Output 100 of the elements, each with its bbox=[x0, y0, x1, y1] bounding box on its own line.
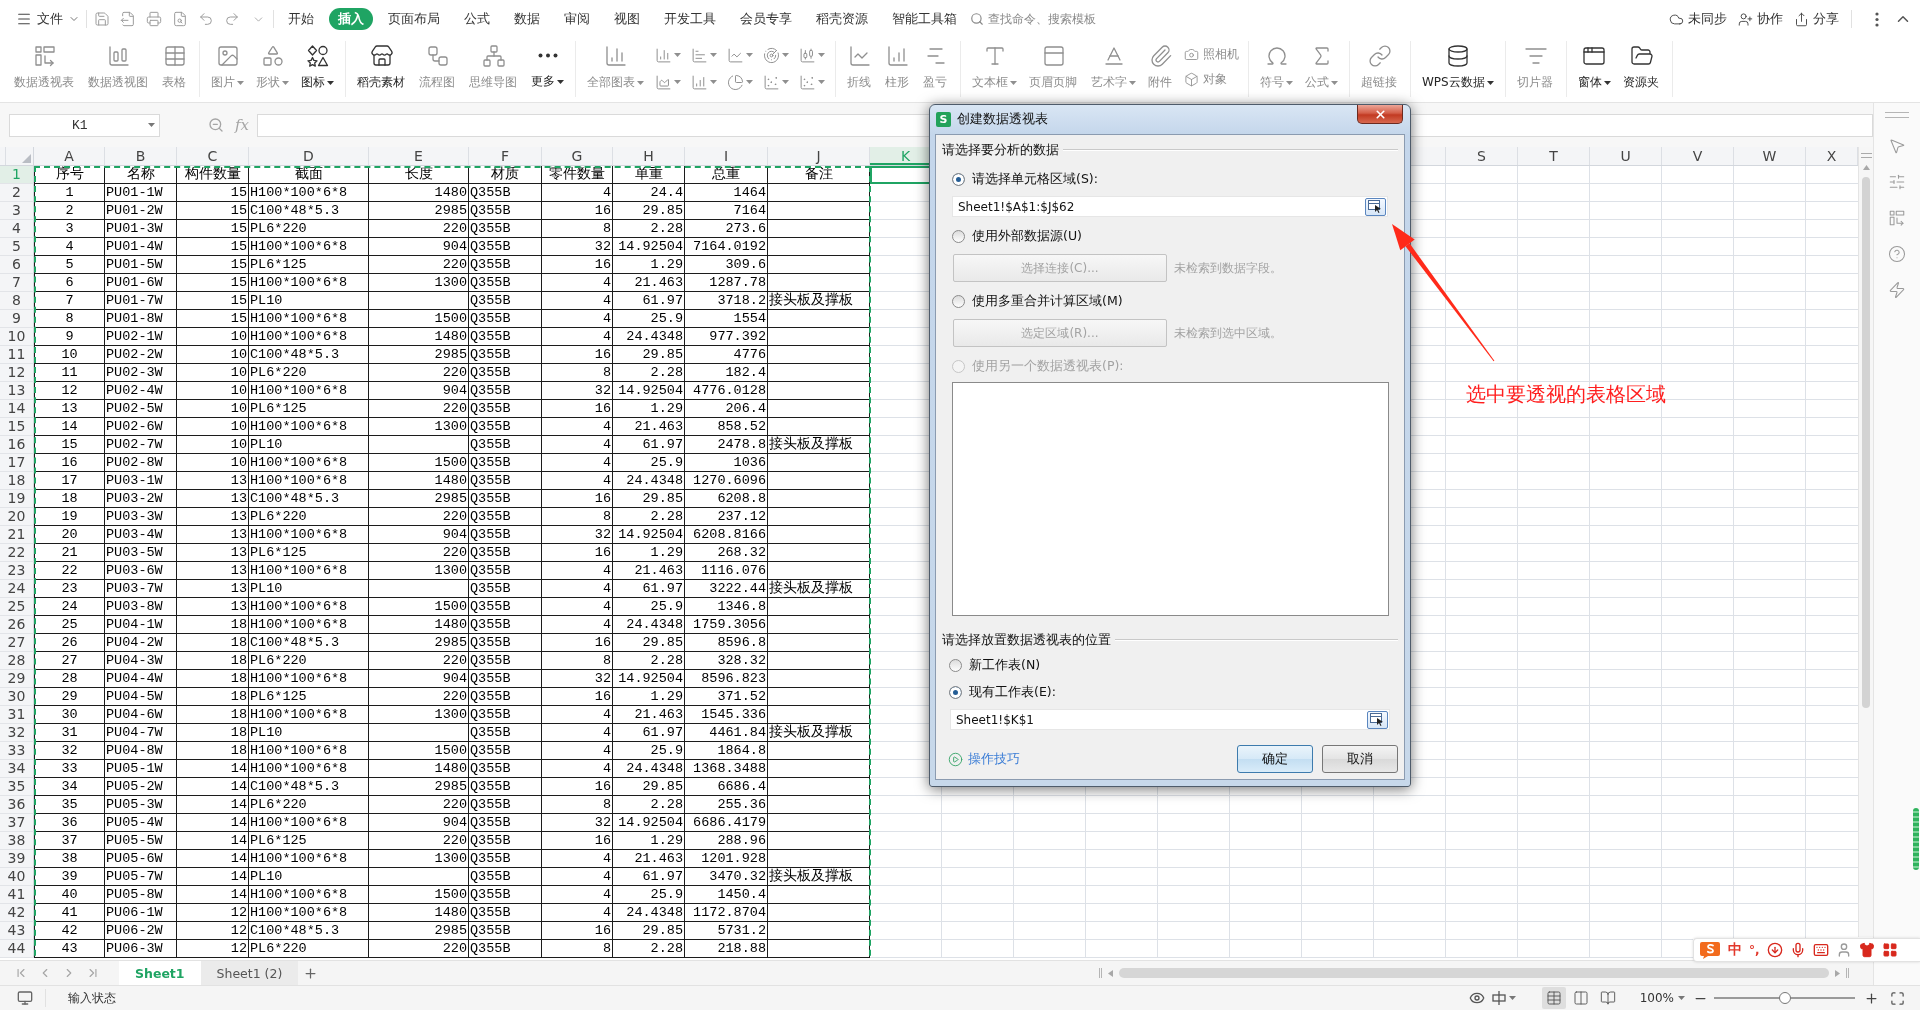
table-cell: 1.29 bbox=[613, 544, 685, 562]
table-cell: 10 bbox=[177, 328, 249, 346]
table-cell: PU01-4W bbox=[105, 238, 177, 256]
table-cell: Q355B bbox=[469, 940, 542, 958]
table-cell: 1172.8704 bbox=[685, 904, 768, 922]
table-cell: 220 bbox=[369, 652, 469, 670]
table-cell: Q355B bbox=[469, 238, 542, 256]
table-cell: PL10 bbox=[249, 436, 369, 454]
table-cell: PU01-2W bbox=[105, 202, 177, 220]
table-cell: 14 bbox=[177, 778, 249, 796]
table-cell: 14 bbox=[177, 760, 249, 778]
table-cell: 3470.32 bbox=[685, 868, 768, 886]
table-cell: 1500 bbox=[369, 598, 469, 616]
table-cell: 4 bbox=[542, 616, 613, 634]
table-cell: 15 bbox=[177, 220, 249, 238]
table-cell: H100*100*6*8 bbox=[249, 310, 369, 328]
table-cell: 1.29 bbox=[613, 400, 685, 418]
table-cell: PL6*220 bbox=[249, 364, 369, 382]
table-cell: 8 bbox=[542, 796, 613, 814]
table-cell: PL6*125 bbox=[249, 256, 369, 274]
table-cell: 14.92504 bbox=[613, 238, 685, 256]
table-cell: 268.32 bbox=[685, 544, 768, 562]
table-cell: 1480 bbox=[369, 760, 469, 778]
table-cell: 19 bbox=[34, 508, 105, 526]
table-cell: 1500 bbox=[369, 742, 469, 760]
table-cell: 3 bbox=[34, 220, 105, 238]
table-cell: Q355B bbox=[469, 796, 542, 814]
table-cell: 35 bbox=[34, 796, 105, 814]
table-cell: Q355B bbox=[469, 598, 542, 616]
table-cell: 25.9 bbox=[613, 310, 685, 328]
app-logo: S bbox=[936, 112, 951, 127]
table-cell: 1300 bbox=[369, 706, 469, 724]
table-cell: 1480 bbox=[369, 184, 469, 202]
table-cell: 6686.4179 bbox=[685, 814, 768, 832]
table-cell: 61.97 bbox=[613, 724, 685, 742]
table-cell: 29.85 bbox=[613, 922, 685, 940]
table-cell: 4 bbox=[542, 292, 613, 310]
table-cell: 1500 bbox=[369, 310, 469, 328]
table-cell: PU01-3W bbox=[105, 220, 177, 238]
table-cell: PL6*220 bbox=[249, 508, 369, 526]
table-cell: 4 bbox=[542, 886, 613, 904]
group-label: 请选择要分析的数据 bbox=[942, 141, 1059, 159]
table-cell: Q355B bbox=[469, 418, 542, 436]
table-cell: 4 bbox=[542, 184, 613, 202]
table-cell: 4 bbox=[542, 310, 613, 328]
table-cell: H100*100*6*8 bbox=[249, 184, 369, 202]
table-cell: 37 bbox=[34, 832, 105, 850]
table-cell: 27 bbox=[34, 652, 105, 670]
table-cell: 182.4 bbox=[685, 364, 768, 382]
table-cell: 4 bbox=[542, 868, 613, 886]
table-cell: 29 bbox=[34, 688, 105, 706]
table-cell: 220 bbox=[369, 940, 469, 958]
table-cell: 14.92504 bbox=[613, 382, 685, 400]
table-cell: 14 bbox=[177, 832, 249, 850]
table-cell: 4461.84 bbox=[685, 724, 768, 742]
group-label: 请选择放置数据透视表的位置 bbox=[942, 631, 1111, 649]
table-cell: 1300 bbox=[369, 850, 469, 868]
table-cell: 220 bbox=[369, 256, 469, 274]
table-cell: 15 bbox=[177, 202, 249, 220]
table-cell: 15 bbox=[177, 256, 249, 274]
table-cell: 32 bbox=[542, 238, 613, 256]
table-cell: PU01-1W bbox=[105, 184, 177, 202]
table-cell: 309.6 bbox=[685, 256, 768, 274]
table-cell: 18 bbox=[177, 688, 249, 706]
table-cell: 16 bbox=[542, 688, 613, 706]
table-cell: 328.32 bbox=[685, 652, 768, 670]
table-cell: 977.392 bbox=[685, 328, 768, 346]
table-cell: 61.97 bbox=[613, 292, 685, 310]
table-cell: 1480 bbox=[369, 472, 469, 490]
table-cell: H100*100*6*8 bbox=[249, 814, 369, 832]
table-cell: 2.28 bbox=[613, 364, 685, 382]
table-cell: 32 bbox=[542, 382, 613, 400]
table-cell: PL6*125 bbox=[249, 400, 369, 418]
table-cell: 41 bbox=[34, 904, 105, 922]
table-cell: Q355B bbox=[469, 634, 542, 652]
table-cell: PU05-1W bbox=[105, 760, 177, 778]
table-cell: H100*100*6*8 bbox=[249, 328, 369, 346]
table-cell: 220 bbox=[369, 220, 469, 238]
table-cell: 30 bbox=[34, 706, 105, 724]
table-cell: 2 bbox=[34, 202, 105, 220]
table-cell: 24.4348 bbox=[613, 904, 685, 922]
table-cell: 13 bbox=[177, 598, 249, 616]
table-cell: Q355B bbox=[469, 526, 542, 544]
table-cell: Q355B bbox=[469, 742, 542, 760]
table-cell: 18 bbox=[177, 724, 249, 742]
table-cell: Q355B bbox=[469, 310, 542, 328]
table-cell: PU05-6W bbox=[105, 850, 177, 868]
table-cell: 4 bbox=[542, 580, 613, 598]
table-cell: 6686.4 bbox=[685, 778, 768, 796]
table-cell: H100*100*6*8 bbox=[249, 742, 369, 760]
table-cell: 1036 bbox=[685, 454, 768, 472]
table-cell: 10 bbox=[177, 382, 249, 400]
table-cell: 13 bbox=[177, 580, 249, 598]
table-cell: 23 bbox=[34, 580, 105, 598]
table-cell: PU03-8W bbox=[105, 598, 177, 616]
table-cell: 1.29 bbox=[613, 832, 685, 850]
table-cell: 16 bbox=[542, 202, 613, 220]
table-cell: PL10 bbox=[249, 580, 369, 598]
table-cell: 16 bbox=[542, 778, 613, 796]
table-cell: 218.88 bbox=[685, 940, 768, 958]
